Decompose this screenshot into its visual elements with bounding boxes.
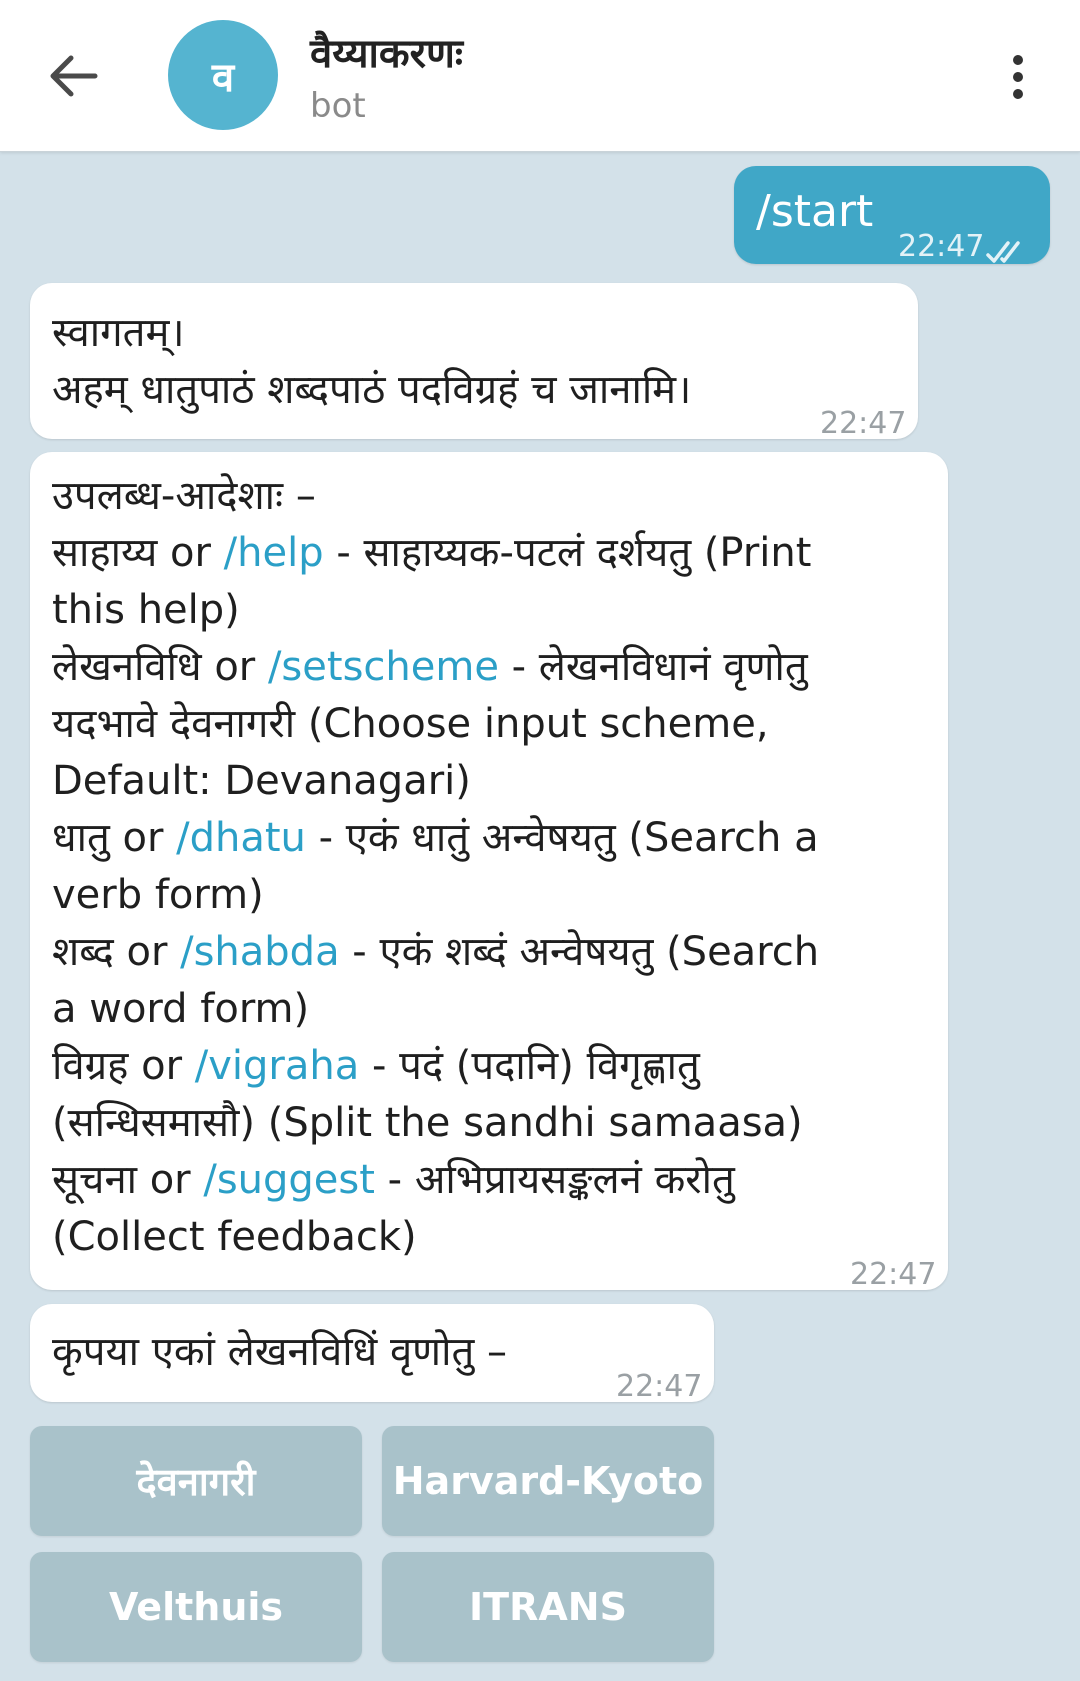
avatar[interactable]: व bbox=[168, 20, 278, 130]
command-line-dhatu: धातु or /dhatu - एकं धातुं अन्वेषयतु (Se… bbox=[52, 815, 819, 861]
incoming-message[interactable]: उपलब्ध-आदेशाः – साहाय्य or /help - साहाय… bbox=[30, 452, 948, 1292]
command-line-shabda-cont: a word form) bbox=[52, 986, 310, 1032]
velthuis-button[interactable]: Velthuis bbox=[30, 1552, 362, 1662]
setscheme-link[interactable]: /setscheme bbox=[268, 644, 499, 690]
message-text: स्वागतम्। bbox=[52, 310, 185, 356]
message-text: कृपया एकां लेखनविधिं वृणोतु – bbox=[52, 1329, 507, 1375]
message-time: 22:47 bbox=[616, 1369, 703, 1404]
message-time: 22:47 bbox=[898, 229, 985, 264]
shabda-link[interactable]: /shabda bbox=[180, 929, 339, 975]
chat-title: वैय्याकरणः bbox=[310, 31, 463, 77]
incoming-message[interactable]: कृपया एकां लेखनविधिं वृणोतु – 22:47 bbox=[30, 1304, 714, 1404]
incoming-message[interactable]: स्वागतम्। अहम् धातुपाठं शब्दपाठं पदविग्र… bbox=[30, 283, 918, 441]
command-line-setscheme-cont: Default: Devanagari) bbox=[52, 758, 471, 804]
chat-header: व वैय्याकरणः bot bbox=[0, 0, 1080, 152]
command-line-setscheme: लेखनविधि or /setscheme - लेखनविधानं वृणो… bbox=[52, 644, 808, 690]
more-options-icon[interactable] bbox=[1000, 48, 1036, 106]
command-line-setscheme-cont: यदभावे देवनागरी (Choose input scheme, bbox=[52, 701, 769, 747]
itrans-button[interactable]: ITRANS bbox=[382, 1552, 714, 1662]
command-line-vigraha-cont: (सन्धिसमासौ) (Split the sandhi samaasa) bbox=[52, 1100, 803, 1146]
double-check-icon bbox=[986, 224, 1030, 281]
message-time: 22:47 bbox=[820, 406, 907, 441]
back-arrow-icon[interactable] bbox=[38, 46, 108, 106]
message-text: अहम् धातुपाठं शब्दपाठं पदविग्रहं च जानाम… bbox=[52, 367, 692, 413]
command-line-shabda: शब्द or /shabda - एकं शब्दं अन्वेषयतु (S… bbox=[52, 929, 820, 975]
command-line-vigraha: विग्रह or /vigraha - पदं (पदानि) विगृह्ण… bbox=[52, 1043, 700, 1089]
command-line-help: साहाय्य or /help - साहाय्यक-पटलं दर्शयतु… bbox=[52, 530, 812, 576]
chat-subtitle: bot bbox=[310, 86, 366, 126]
devanagari-button[interactable]: देवनागरी bbox=[30, 1426, 362, 1536]
help-link[interactable]: /help bbox=[224, 530, 324, 576]
message-time: 22:47 bbox=[850, 1257, 937, 1292]
command-line-suggest-cont: (Collect feedback) bbox=[52, 1214, 417, 1260]
message-text: /start bbox=[756, 186, 874, 237]
dhatu-link[interactable]: /dhatu bbox=[176, 815, 306, 861]
outgoing-message[interactable]: /start 22:47 bbox=[734, 166, 1050, 264]
harvard-kyoto-button[interactable]: Harvard-Kyoto bbox=[382, 1426, 714, 1536]
command-line-help-cont: this help) bbox=[52, 587, 240, 633]
commands-heading: उपलब्ध-आदेशाः – bbox=[52, 473, 316, 519]
command-line-dhatu-cont: verb form) bbox=[52, 872, 264, 918]
suggest-link[interactable]: /suggest bbox=[203, 1157, 375, 1203]
vigraha-link[interactable]: /vigraha bbox=[195, 1043, 359, 1089]
command-line-suggest: सूचना or /suggest - अभिप्रायसङ्कलनं करोत… bbox=[52, 1157, 735, 1203]
